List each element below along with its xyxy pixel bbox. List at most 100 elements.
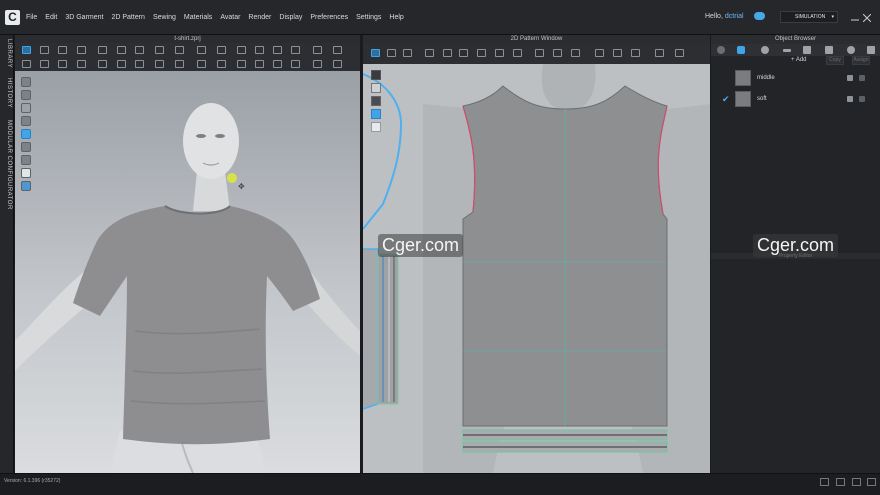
circle-tool-icon[interactable]	[459, 49, 468, 57]
tape-tool-icon[interactable]	[175, 46, 184, 54]
zoom-tool-icon[interactable]	[333, 46, 342, 54]
internal-polygon-tool-icon[interactable]	[477, 49, 486, 57]
button-tab-icon[interactable]	[761, 46, 769, 54]
dart-tool-icon[interactable]	[495, 49, 504, 57]
select-move-tool-icon[interactable]	[22, 46, 31, 54]
select-tool-icon[interactable]	[371, 70, 381, 80]
avatar-render[interactable]: ✥	[15, 71, 360, 473]
pattern-canvas[interactable]	[363, 64, 710, 473]
pattern-display-icon[interactable]	[371, 83, 381, 93]
close-icon[interactable]	[863, 14, 871, 22]
layout-single-icon[interactable]	[820, 478, 829, 486]
grid-display-icon[interactable]	[371, 122, 381, 132]
edit-pattern-tool-icon[interactable]	[387, 49, 396, 57]
mode-selector[interactable]: SIMULATION ▾	[780, 11, 838, 23]
fabric-item-middle[interactable]: middle	[711, 70, 880, 90]
tab-library[interactable]: LIBRARY	[2, 39, 12, 68]
texture-tool-icon[interactable]	[117, 60, 126, 68]
menu-display[interactable]: Display	[279, 14, 302, 21]
menu-3d-garment[interactable]: 3D Garment	[65, 14, 103, 21]
text-tool-icon[interactable]	[631, 49, 640, 57]
buttonhole-tab-icon[interactable]	[783, 49, 791, 52]
menu-sewing[interactable]: Sewing	[153, 14, 176, 21]
graphic-tool-icon[interactable]	[135, 60, 144, 68]
fabric-item-soft[interactable]: ✔ soft	[711, 91, 880, 111]
transform-pattern-tool-icon[interactable]	[371, 49, 380, 57]
fabric-visibility-icon[interactable]	[847, 75, 853, 81]
brush-tool-icon[interactable]	[197, 46, 206, 54]
viewport-3d-canvas[interactable]: ✥	[15, 71, 360, 473]
zipper-tool-icon[interactable]	[197, 60, 206, 68]
layout-split-icon[interactable]	[836, 478, 845, 486]
tab-modular-configurator[interactable]: MODULAR CONFIGURATOR	[2, 120, 12, 210]
zipper-tab-icon[interactable]	[825, 46, 833, 54]
flip-tool-icon[interactable]	[58, 60, 67, 68]
select-mesh-tool-icon[interactable]	[40, 46, 49, 54]
fold-tool-icon[interactable]	[117, 46, 126, 54]
menu-2d-pattern[interactable]: 2D Pattern	[111, 14, 144, 21]
assign-button[interactable]: Assign	[852, 56, 870, 65]
trim-tab-icon[interactable]	[867, 46, 875, 54]
line-tool-icon[interactable]	[313, 46, 322, 54]
menu-avatar[interactable]: Avatar	[220, 14, 240, 21]
edit-seam-tool-icon[interactable]	[98, 60, 107, 68]
button-tool-icon[interactable]	[175, 60, 184, 68]
fabric-delete-icon[interactable]	[859, 96, 865, 102]
segment-sewing-tool-icon[interactable]	[535, 49, 544, 57]
fabric-delete-icon[interactable]	[859, 75, 865, 81]
trace-tool-icon[interactable]	[22, 60, 31, 68]
avatar-tool-icon[interactable]	[217, 46, 226, 54]
topstitch-tool-icon[interactable]	[155, 60, 164, 68]
graphic-2d-tool-icon[interactable]	[613, 49, 622, 57]
edit-curvature-tool-icon[interactable]	[403, 49, 412, 57]
shrink-tool-icon[interactable]	[237, 60, 246, 68]
edit-texture-tool-icon[interactable]	[595, 49, 604, 57]
layout-3d-icon[interactable]	[852, 478, 861, 486]
settings-2d-tool-icon[interactable]	[675, 49, 684, 57]
camera-tool-icon[interactable]	[333, 60, 342, 68]
transform-tool-icon[interactable]	[77, 46, 86, 54]
elastic-tool-icon[interactable]	[217, 60, 226, 68]
ruler-tool-icon[interactable]	[313, 60, 322, 68]
figure-tool-icon[interactable]	[291, 46, 300, 54]
menu-materials[interactable]: Materials	[184, 14, 212, 21]
menu-edit[interactable]: Edit	[45, 14, 57, 21]
point-tool-icon[interactable]	[255, 46, 264, 54]
check-sewing-tool-icon[interactable]	[571, 49, 580, 57]
arrangement-tool-icon[interactable]	[237, 46, 246, 54]
menu-file[interactable]: File	[26, 14, 37, 21]
free-sewing-tool-icon[interactable]	[553, 49, 562, 57]
fitting-tool-icon[interactable]	[273, 60, 282, 68]
pressing-tool-icon[interactable]	[255, 60, 264, 68]
garment-tool-icon[interactable]	[98, 46, 107, 54]
annotation-tool-icon[interactable]	[655, 49, 664, 57]
minimize-icon[interactable]	[851, 14, 859, 22]
strain-map-tool-icon[interactable]	[291, 60, 300, 68]
topstitch-tab-icon[interactable]	[803, 46, 811, 54]
sewing-tool-icon[interactable]	[77, 60, 86, 68]
add-fabric-button[interactable]: + Add	[791, 57, 807, 63]
cut-tool-icon[interactable]	[40, 60, 49, 68]
polygon-tool-icon[interactable]	[425, 49, 434, 57]
sewing-display-icon[interactable]	[371, 96, 381, 106]
pin-tool-icon[interactable]	[58, 46, 67, 54]
menu-preferences[interactable]: Preferences	[310, 14, 348, 21]
fabric-tab-icon[interactable]	[737, 46, 745, 54]
copy-button[interactable]: Copy	[826, 56, 844, 65]
menu-help[interactable]: Help	[389, 14, 403, 21]
measure-tool-icon[interactable]	[155, 46, 164, 54]
user-name[interactable]: dctrial	[725, 13, 744, 20]
pose-tool-icon[interactable]	[273, 46, 282, 54]
rectangle-tool-icon[interactable]	[443, 49, 452, 57]
layout-2d-icon[interactable]	[867, 478, 876, 486]
menu-settings[interactable]: Settings	[356, 14, 381, 21]
pattern-drawing[interactable]	[363, 64, 710, 473]
trace-pattern-tool-icon[interactable]	[513, 49, 522, 57]
graphic-tab-icon[interactable]	[847, 46, 855, 54]
seam-tool-icon[interactable]	[135, 46, 144, 54]
tab-history[interactable]: HISTORY	[2, 78, 12, 108]
menu-render[interactable]: Render	[248, 14, 271, 21]
fabric-visibility-icon[interactable]	[847, 96, 853, 102]
scene-tab-icon[interactable]	[717, 46, 725, 54]
texture-2d-display-icon[interactable]	[371, 109, 381, 119]
